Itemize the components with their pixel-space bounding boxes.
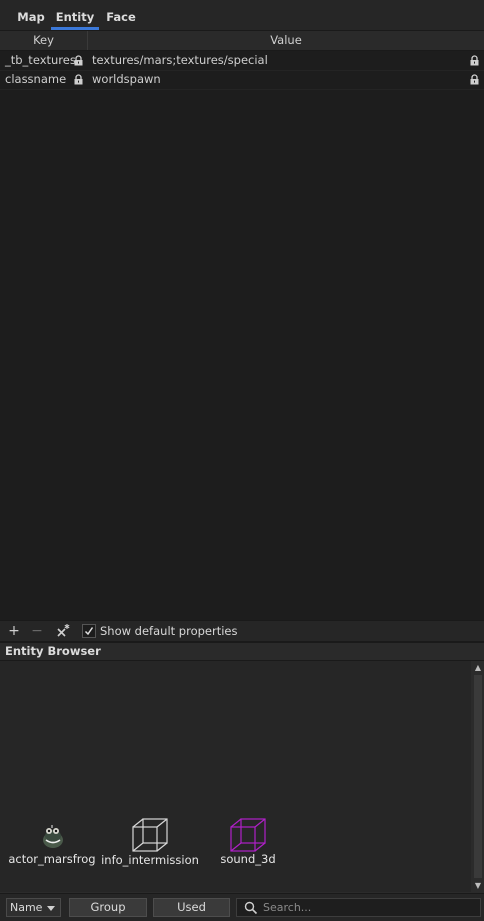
tab-face[interactable]: Face bbox=[103, 8, 139, 30]
search-icon bbox=[244, 901, 258, 915]
search-box[interactable] bbox=[236, 898, 481, 917]
tab-entity-label: Entity bbox=[55, 10, 95, 24]
add-property-button[interactable]: + bbox=[5, 622, 23, 640]
search-input[interactable] bbox=[263, 900, 463, 915]
column-header-key[interactable]: Key bbox=[0, 31, 87, 50]
show-default-properties-checkbox[interactable] bbox=[82, 624, 96, 638]
lock-icon bbox=[470, 55, 479, 66]
entity-property-table[interactable]: Key Value _tb_textures textures/mars;tex… bbox=[0, 31, 484, 620]
entity-browser-controls: Name Group Used bbox=[0, 893, 484, 921]
tab-face-label: Face bbox=[106, 10, 136, 24]
property-value[interactable]: textures/mars;textures/special bbox=[92, 51, 268, 70]
wireframe-cube-icon bbox=[132, 818, 168, 852]
remove-property-button[interactable]: − bbox=[28, 622, 46, 640]
group-button[interactable]: Group bbox=[69, 898, 147, 917]
show-default-properties-label[interactable]: Show default properties bbox=[100, 621, 238, 641]
sort-select-value: Name bbox=[10, 901, 43, 914]
minus-icon: − bbox=[31, 623, 43, 639]
entity-browser-header: Entity Browser bbox=[0, 643, 484, 661]
entity-browser-view[interactable]: actor_marsfrog info_intermission sound_3… bbox=[0, 661, 471, 892]
tab-map-label: Map bbox=[17, 10, 45, 24]
scroll-down-arrow-icon[interactable]: ▼ bbox=[474, 882, 482, 890]
tab-map[interactable]: Map bbox=[14, 8, 48, 30]
clear-properties-icon bbox=[57, 624, 70, 637]
lock-icon bbox=[74, 55, 83, 66]
table-row[interactable]: _tb_textures textures/mars;textures/spec… bbox=[0, 51, 484, 71]
tab-entity[interactable]: Entity bbox=[51, 8, 99, 30]
frog-model-icon bbox=[43, 825, 63, 848]
entity-browser-scrollbar[interactable]: ▲ ▼ bbox=[472, 661, 484, 892]
property-toolbar: + − Show default properties bbox=[0, 620, 484, 641]
entity-browser-title: Entity Browser bbox=[5, 644, 101, 658]
lock-icon bbox=[470, 74, 479, 85]
used-button[interactable]: Used bbox=[153, 898, 230, 917]
entity-label: sound_3d bbox=[220, 852, 276, 866]
property-value[interactable]: worldspawn bbox=[92, 70, 161, 89]
property-key[interactable]: classname bbox=[5, 70, 66, 89]
plus-icon: + bbox=[8, 623, 20, 639]
property-key[interactable]: _tb_textures bbox=[5, 51, 76, 70]
sort-select[interactable]: Name bbox=[6, 898, 61, 917]
wireframe-cube-icon bbox=[230, 818, 266, 852]
checkmark-icon bbox=[84, 627, 94, 636]
scroll-up-arrow-icon[interactable]: ▲ bbox=[474, 664, 482, 672]
chevron-down-icon bbox=[47, 906, 55, 911]
table-row[interactable]: classname worldspawn bbox=[0, 70, 484, 90]
scrollbar-track[interactable] bbox=[474, 675, 482, 878]
column-header-value[interactable]: Value bbox=[88, 31, 484, 50]
remove-all-properties-button[interactable] bbox=[54, 622, 72, 640]
inspector-tab-bar: Map Entity Face bbox=[0, 0, 484, 31]
lock-icon bbox=[74, 74, 83, 85]
table-header: Key Value bbox=[0, 31, 484, 51]
